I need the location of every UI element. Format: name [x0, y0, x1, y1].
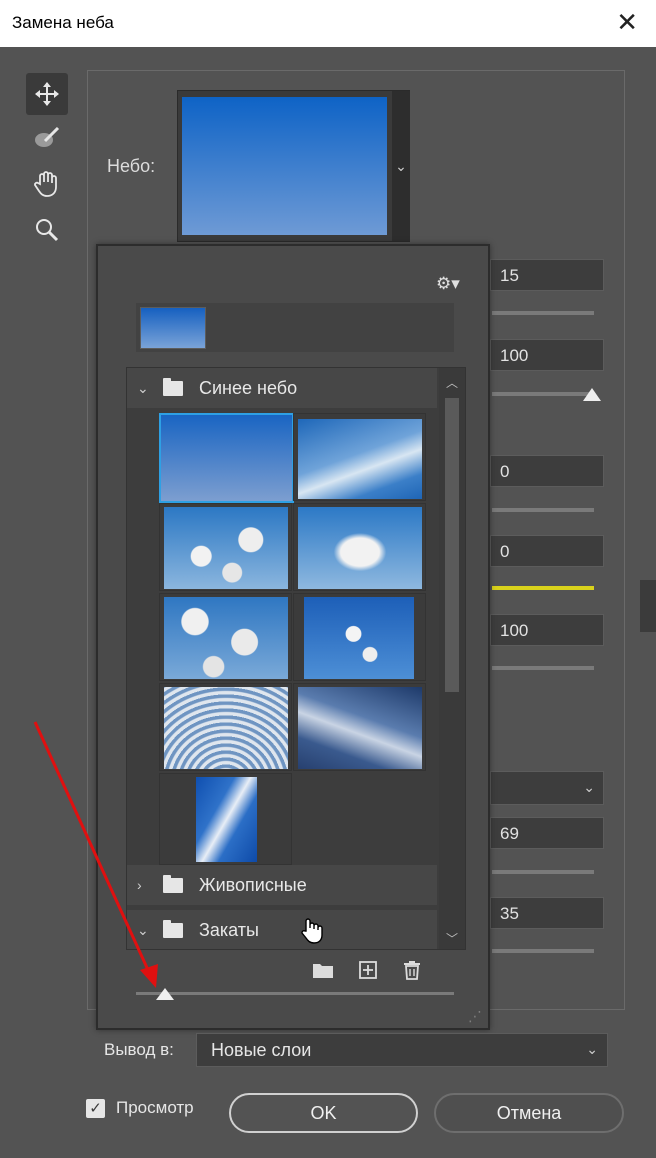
sky-brush-tool-button[interactable]	[26, 117, 68, 159]
preset-thumb[interactable]	[298, 507, 422, 589]
new-preset-icon[interactable]	[358, 960, 378, 980]
preset-thumb-cell[interactable]	[293, 503, 426, 591]
trash-icon[interactable]	[402, 960, 422, 980]
mode-dropdown[interactable]: ⌄	[490, 771, 604, 805]
sky-picker[interactable]: ⌄	[177, 90, 410, 242]
output-select[interactable]: Новые слои ⌄	[196, 1033, 608, 1067]
preview-label: Просмотр	[116, 1098, 194, 1117]
value-field-7[interactable]: 35	[490, 897, 604, 929]
move-tool-button[interactable]	[26, 73, 68, 115]
folder-icon	[163, 919, 183, 938]
preset-scrollbar[interactable]: ︿ ﹀	[439, 368, 465, 949]
chevron-down-icon: ⌄	[583, 779, 595, 795]
value-field-3[interactable]: 0	[490, 455, 604, 487]
recent-presets-strip	[136, 303, 454, 352]
value-field-5[interactable]: 100	[490, 614, 604, 646]
preview-checkbox[interactable]: ✓	[86, 1099, 105, 1118]
slider-track-3[interactable]	[492, 508, 594, 512]
zoom-tool-button[interactable]	[26, 209, 68, 251]
chevron-down-icon: ⌄	[137, 379, 149, 396]
folder-icon	[163, 874, 183, 893]
chevron-down-icon: ⌄	[137, 921, 149, 938]
slider-track-5[interactable]	[492, 666, 594, 670]
gear-icon[interactable]: ⚙▾	[436, 274, 460, 294]
slider-track-1[interactable]	[492, 311, 594, 315]
thumbnail-size-slider[interactable]	[136, 992, 454, 995]
zoom-icon	[36, 219, 59, 242]
hand-tool-button[interactable]	[26, 163, 68, 205]
preset-thumb[interactable]	[164, 597, 288, 679]
preset-thumb[interactable]	[196, 777, 257, 862]
preset-thumb-cell[interactable]	[293, 683, 426, 771]
preset-list: ⌄ Синее небо › Живописные ⌄ Закаты ︿ ﹀	[126, 367, 466, 950]
ok-button[interactable]: OK	[229, 1093, 418, 1133]
slider-knob-2[interactable]	[583, 388, 601, 401]
group-blue-sky[interactable]: ⌄ Синее небо	[127, 368, 437, 408]
group-label: Закаты	[199, 919, 259, 940]
sky-label: Небо:	[107, 156, 156, 176]
group-picturesque[interactable]: › Живописные	[127, 865, 437, 905]
output-label: Вывод в:	[104, 1040, 174, 1059]
preset-thumb[interactable]	[304, 597, 414, 679]
slider-track-2[interactable]	[492, 392, 594, 396]
cancel-button[interactable]: Отмена	[434, 1093, 624, 1133]
hand-cursor-icon	[301, 918, 323, 944]
preset-thumb-cell[interactable]	[159, 773, 292, 865]
preset-thumb-cell[interactable]	[159, 683, 292, 771]
output-value: Новые слои	[211, 1040, 312, 1060]
window-title: Замена неба	[12, 13, 114, 32]
group-label: Живописные	[199, 874, 307, 895]
preset-thumb[interactable]	[298, 419, 422, 499]
new-folder-icon[interactable]	[312, 961, 334, 979]
slider-track-4[interactable]	[492, 586, 594, 590]
preset-thumb[interactable]	[164, 507, 288, 589]
close-icon[interactable]: ✕	[616, 8, 638, 36]
preset-thumb[interactable]	[164, 687, 288, 769]
background-panel-edge	[640, 580, 656, 632]
preset-thumb-cell[interactable]	[159, 413, 294, 503]
resize-grip-icon[interactable]: ⋰	[468, 1008, 482, 1025]
folder-icon	[163, 377, 183, 396]
slider-track-7[interactable]	[492, 949, 594, 953]
sky-brush-icon	[35, 126, 60, 147]
preset-thumb-cell[interactable]	[159, 593, 292, 681]
value-field-1[interactable]: 15	[490, 259, 604, 291]
value-field-6[interactable]: 69	[490, 817, 604, 849]
preset-thumb-cell[interactable]	[159, 503, 292, 591]
preset-thumb-cell[interactable]	[293, 593, 426, 681]
slider-track-6[interactable]	[492, 870, 594, 874]
group-sunsets[interactable]: ⌄ Закаты	[127, 910, 437, 949]
chevron-down-icon[interactable]: ⌄	[392, 91, 410, 241]
hand-icon	[34, 171, 57, 197]
move-icon	[35, 82, 59, 106]
recent-preset-thumb[interactable]	[140, 307, 206, 349]
scrollbar-thumb[interactable]	[445, 398, 459, 692]
sky-preview-image	[182, 97, 387, 235]
chevron-up-icon[interactable]: ︿	[446, 374, 458, 391]
chevron-down-icon: ⌄	[586, 1041, 598, 1057]
group-label: Синее небо	[199, 377, 298, 398]
preset-thumb[interactable]	[159, 413, 294, 503]
chevron-down-icon[interactable]: ﹀	[446, 930, 458, 947]
preset-thumb[interactable]	[298, 687, 422, 769]
sky-preset-popup: ⚙▾ ⌄ Синее небо › Живописные ⌄ Закаты ︿ …	[96, 244, 490, 1030]
preset-thumb-cell[interactable]	[293, 413, 426, 501]
title-bar: Замена неба ✕	[0, 0, 656, 47]
value-field-2[interactable]: 100	[490, 339, 604, 371]
chevron-right-icon: ›	[137, 877, 142, 893]
value-field-4[interactable]: 0	[490, 535, 604, 567]
thumbnail-size-knob[interactable]	[156, 988, 174, 1000]
